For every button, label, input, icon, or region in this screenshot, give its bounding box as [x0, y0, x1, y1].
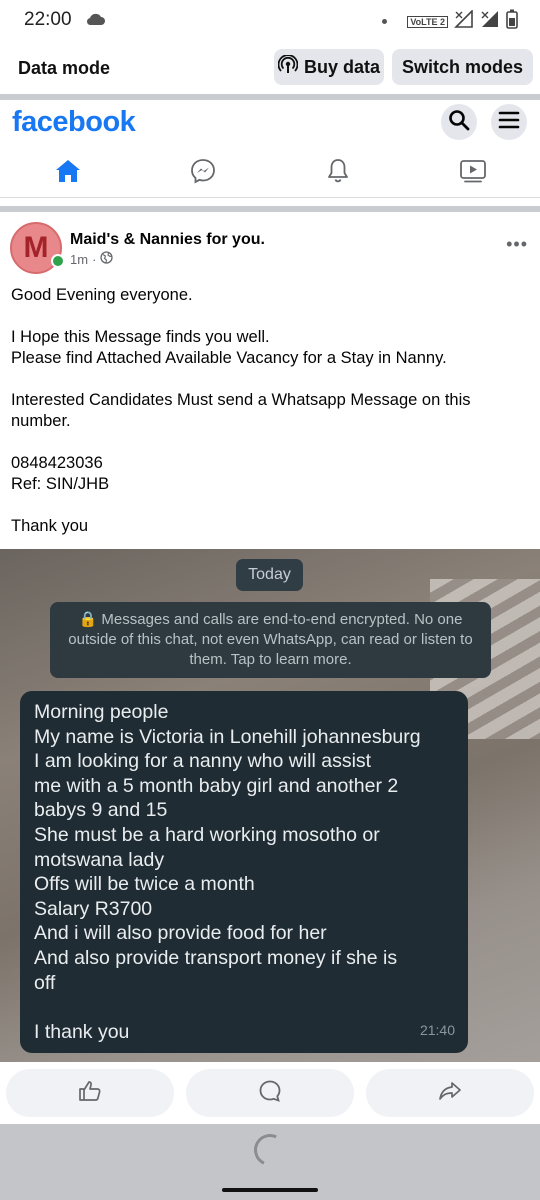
message-line: off — [34, 971, 56, 994]
loading-spinner-icon — [249, 1129, 291, 1171]
cloud-icon — [86, 12, 106, 31]
divider — [0, 206, 540, 212]
tab-home[interactable] — [0, 148, 135, 198]
message-line: Morning people — [34, 701, 169, 723]
signal-icon — [480, 10, 500, 33]
share-button[interactable] — [366, 1069, 534, 1117]
post-paragraph: 0848423036 Ref: SIN/JHB — [11, 454, 110, 493]
chat-message-bubble: Morning people My name is Victoria in Lo… — [20, 691, 468, 1053]
like-icon — [78, 1080, 102, 1107]
switch-modes-label: Switch modes — [401, 56, 524, 77]
messenger-icon — [190, 158, 216, 189]
switch-modes-button[interactable]: Switch modes — [392, 49, 533, 85]
meta-separator: · — [92, 251, 97, 267]
signal-icon — [454, 9, 474, 33]
tab-video[interactable] — [405, 148, 540, 198]
tab-messenger[interactable] — [135, 148, 270, 198]
message-line: babys 9 and 15 — [34, 799, 168, 822]
post-paragraph: Good Evening everyone. — [11, 286, 193, 304]
post-photo[interactable]: Today 🔒 Messages and calls are end-to-en… — [0, 549, 540, 1062]
message-line — [34, 995, 454, 1020]
like-button[interactable] — [6, 1069, 174, 1117]
encryption-notice: 🔒 Messages and calls are end-to-end encr… — [50, 602, 491, 678]
post-paragraph: I Hope this Message finds you well. Plea… — [11, 328, 447, 367]
post-more-icon[interactable]: ••• — [506, 234, 528, 255]
search-icon — [448, 109, 470, 136]
video-icon — [459, 159, 487, 188]
home-icon — [55, 159, 81, 188]
data-mode-label: Data mode — [18, 58, 111, 78]
post-paragraph: Interested Candidates Must send a Whatsa… — [11, 391, 471, 430]
message-line: me with a 5 month baby girl and another … — [34, 774, 399, 797]
comment-icon — [258, 1079, 282, 1108]
post-actions — [0, 1062, 540, 1124]
bell-icon — [326, 158, 350, 189]
app-header: facebook — [0, 100, 540, 146]
volte-icon: VoLTE 2 — [407, 15, 448, 28]
message-line: motswana lady — [34, 848, 165, 871]
post-text: Good Evening everyone. I Hope this Messa… — [11, 285, 531, 558]
buy-data-button[interactable]: Buy data — [274, 49, 384, 85]
date-chip: Today — [236, 559, 303, 591]
battery-icon — [506, 9, 518, 34]
online-status-dot — [51, 254, 65, 268]
podcast-icon — [277, 53, 299, 80]
search-button[interactable] — [441, 104, 477, 140]
status-time: 22:00 — [24, 9, 72, 30]
comment-button[interactable] — [186, 1069, 354, 1117]
message-line: And also provide transport money if she … — [34, 946, 398, 969]
feed-loading-area — [0, 1124, 540, 1200]
facebook-logo[interactable]: facebook — [12, 106, 136, 139]
message-line: My name is Victoria in Lonehill johannes… — [34, 725, 421, 748]
buy-data-label: Buy data — [303, 56, 381, 77]
menu-icon — [498, 110, 520, 135]
dot-icon — [382, 19, 388, 24]
message-line: Salary R3700 — [34, 897, 153, 920]
tab-bar — [0, 148, 540, 198]
message-line: She must be a hard working mosotho or — [34, 823, 380, 846]
share-icon — [438, 1080, 462, 1107]
avatar-letter: M — [23, 231, 49, 264]
message-time: 21:40 — [419, 1022, 455, 1039]
post-paragraph: Thank you — [11, 517, 89, 535]
tab-notifications[interactable] — [270, 148, 405, 198]
home-indicator[interactable] — [222, 1188, 318, 1192]
message-line: Offs will be twice a month — [34, 873, 255, 896]
message-line: I am looking for a nanny who will assist — [34, 750, 372, 773]
post-time[interactable]: 1m — [70, 252, 88, 267]
message-line: And i will also provide food for her — [34, 922, 327, 945]
globe-icon — [100, 251, 114, 267]
data-mode-bar: Data mode Buy data Switch modes — [0, 40, 540, 94]
status-bar: 22:00 VoLTE 2 — [0, 0, 540, 40]
message-line: I thank you — [34, 1020, 130, 1043]
post-author[interactable]: Maid's & Nannies for you. — [70, 231, 265, 249]
post-meta: 1m · — [70, 251, 114, 267]
menu-button[interactable] — [491, 104, 527, 140]
